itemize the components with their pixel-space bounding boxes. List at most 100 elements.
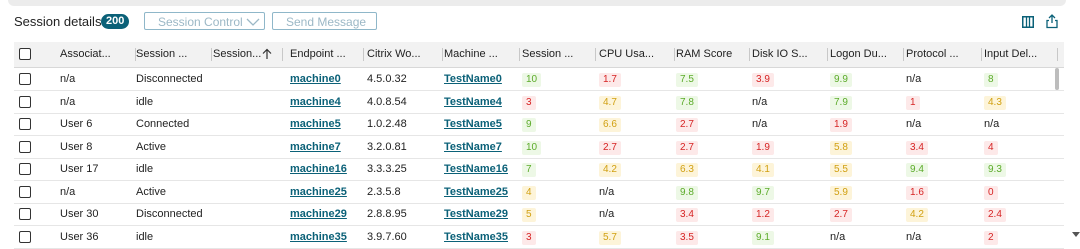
score-badge: 3.4 (906, 140, 928, 155)
cell-input-delay: 4 (984, 136, 998, 158)
session-control-dropdown[interactable]: Session Control (144, 12, 265, 30)
cell-citrix-workspace: 2.3.5.8 (367, 185, 401, 198)
column-separator[interactable] (749, 48, 750, 61)
cell-protocol: 3.4 (906, 136, 928, 158)
cell-session-state: idle (136, 163, 154, 175)
scroll-down-icon[interactable] (1072, 232, 1080, 238)
cell-endpoint[interactable]: machine7 (290, 136, 341, 158)
table-row[interactable]: n/a Active machine25 2.3.5.8 TestName25 4 n/a 9… (14, 181, 1064, 204)
row-checkbox[interactable] (19, 95, 31, 108)
cell-endpoint[interactable]: machine35 (290, 226, 347, 248)
column-header-endpoint[interactable]: Endpoint ... (290, 42, 358, 67)
cell-protocol: n/a (906, 73, 922, 85)
row-checkbox[interactable] (19, 140, 31, 153)
table-row[interactable]: User 8 Active machine7 3.2.0.81 TestName7 10 2… (14, 136, 1064, 159)
cell-endpoint[interactable]: machine25 (290, 181, 347, 203)
row-checkbox[interactable] (19, 163, 31, 175)
score-badge: 4.7 (599, 95, 621, 110)
column-separator[interactable] (595, 48, 596, 61)
score-badge: 3.5 (676, 230, 698, 245)
cell-associated-user: n/a (60, 95, 76, 108)
cell-cpu-usage: n/a (599, 185, 615, 198)
cell-machine[interactable]: TestName29 (444, 203, 508, 225)
score-badge: 1.7 (599, 73, 621, 87)
cell-machine[interactable]: TestName35 (444, 226, 508, 248)
table-header: Associat... Session ... Session... Endpoint… (14, 42, 1064, 68)
table-row[interactable]: User 30 Disconnected machine29 2.8.8.95 Test… (14, 203, 1064, 226)
table-row[interactable]: User 6 Connected machine5 1.0.2.48 TestName5… (14, 113, 1064, 136)
table-row[interactable]: n/a Disconnected machine0 4.5.0.32 TestName0… (14, 68, 1064, 91)
cell-endpoint[interactable]: machine16 (290, 158, 347, 180)
cell-machine[interactable]: TestName7 (444, 136, 502, 158)
sort-ascending-icon[interactable] (262, 48, 272, 60)
score-badge: 8 (984, 73, 998, 87)
column-separator[interactable] (903, 48, 904, 61)
cell-endpoint[interactable]: machine0 (290, 68, 341, 90)
cell-machine[interactable]: TestName5 (444, 113, 502, 135)
cell-machine[interactable]: TestName4 (444, 91, 502, 113)
column-separator[interactable] (519, 48, 520, 61)
column-header-input-delay[interactable]: Input Del... (984, 42, 1052, 67)
row-checkbox[interactable] (19, 185, 31, 198)
column-header-associated-user[interactable]: Associat... (60, 42, 130, 67)
cell-disk-io-score: 3.9 (752, 68, 774, 90)
column-separator[interactable] (211, 48, 212, 61)
column-separator[interactable] (981, 48, 982, 61)
column-header-protocol[interactable]: Protocol ... (906, 42, 976, 67)
cell-citrix-workspace: 3.2.0.81 (367, 140, 407, 153)
score-badge: 2.7 (676, 118, 698, 132)
columns-icon[interactable] (1022, 16, 1034, 28)
vertical-scrollbar[interactable] (1055, 68, 1059, 90)
cell-session-state: idle (136, 230, 154, 243)
score-badge: 2.7 (599, 140, 621, 155)
cell-logon-duration: 5.9 (830, 181, 852, 203)
score-badge: 9.3 (984, 163, 1006, 177)
column-header-citrix-workspace[interactable]: Citrix Wo... (367, 42, 437, 67)
row-checkbox[interactable] (19, 118, 31, 130)
cell-input-delay: 0 (984, 181, 998, 203)
column-separator[interactable] (674, 48, 675, 61)
select-all-checkbox[interactable] (19, 48, 31, 60)
score-badge: 6.6 (599, 118, 621, 132)
session-control-label: Session Control (158, 15, 243, 29)
column-header-disk-io-score[interactable]: Disk IO S... (752, 42, 822, 67)
cell-machine[interactable]: TestName25 (444, 181, 508, 203)
column-header-cpu-usage[interactable]: CPU Usa... (599, 42, 669, 67)
score-badge: 10 (522, 140, 542, 155)
cell-endpoint[interactable]: machine4 (290, 91, 341, 113)
cell-machine[interactable]: TestName16 (444, 158, 508, 180)
cell-session-score: 7 (522, 158, 536, 180)
export-icon[interactable] (1046, 14, 1058, 29)
row-checkbox[interactable] (19, 208, 31, 220)
column-separator[interactable] (282, 48, 283, 61)
column-header-machine[interactable]: Machine ... (444, 42, 514, 67)
cell-disk-io-score: 1.2 (752, 203, 774, 225)
score-badge: 1.9 (830, 118, 852, 132)
column-separator[interactable] (363, 48, 364, 61)
cell-input-delay: 9.3 (984, 158, 1006, 180)
row-checkbox[interactable] (19, 73, 31, 85)
column-header-ram-score[interactable]: RAM Score (676, 42, 744, 67)
cell-machine[interactable]: TestName0 (444, 68, 502, 90)
send-message-button[interactable]: Send Message (272, 12, 377, 30)
column-separator[interactable] (442, 48, 443, 61)
table-row[interactable]: User 17 idle machine16 3.3.3.25 TestName16 7 4… (14, 158, 1064, 181)
table-row[interactable]: n/a idle machine4 4.0.8.54 TestName4 3 4.7 7.8 n… (14, 91, 1064, 114)
column-separator[interactable] (1057, 48, 1058, 61)
row-checkbox[interactable] (19, 230, 31, 243)
column-header-session-state[interactable]: Session ... (136, 42, 206, 67)
cell-endpoint[interactable]: machine5 (290, 113, 341, 135)
column-header-logon-duration[interactable]: Logon Du... (830, 42, 898, 67)
table-row[interactable]: User 36 idle machine35 3.9.7.60 TestName35 3 5… (14, 226, 1064, 249)
cell-session-state: Active (136, 185, 166, 198)
score-badge: 1.6 (906, 185, 928, 200)
score-badge: 5.8 (830, 140, 852, 155)
cell-cpu-usage: 2.7 (599, 136, 621, 158)
cell-endpoint[interactable]: machine29 (290, 203, 347, 225)
cell-citrix-workspace: 3.3.3.25 (367, 163, 407, 175)
column-header-session-score[interactable]: Session ... (522, 42, 590, 67)
score-badge: 1.2 (752, 208, 774, 222)
cell-protocol: 9.4 (906, 158, 928, 180)
column-separator[interactable] (827, 48, 828, 61)
cell-ram-score: 9.8 (676, 181, 698, 203)
